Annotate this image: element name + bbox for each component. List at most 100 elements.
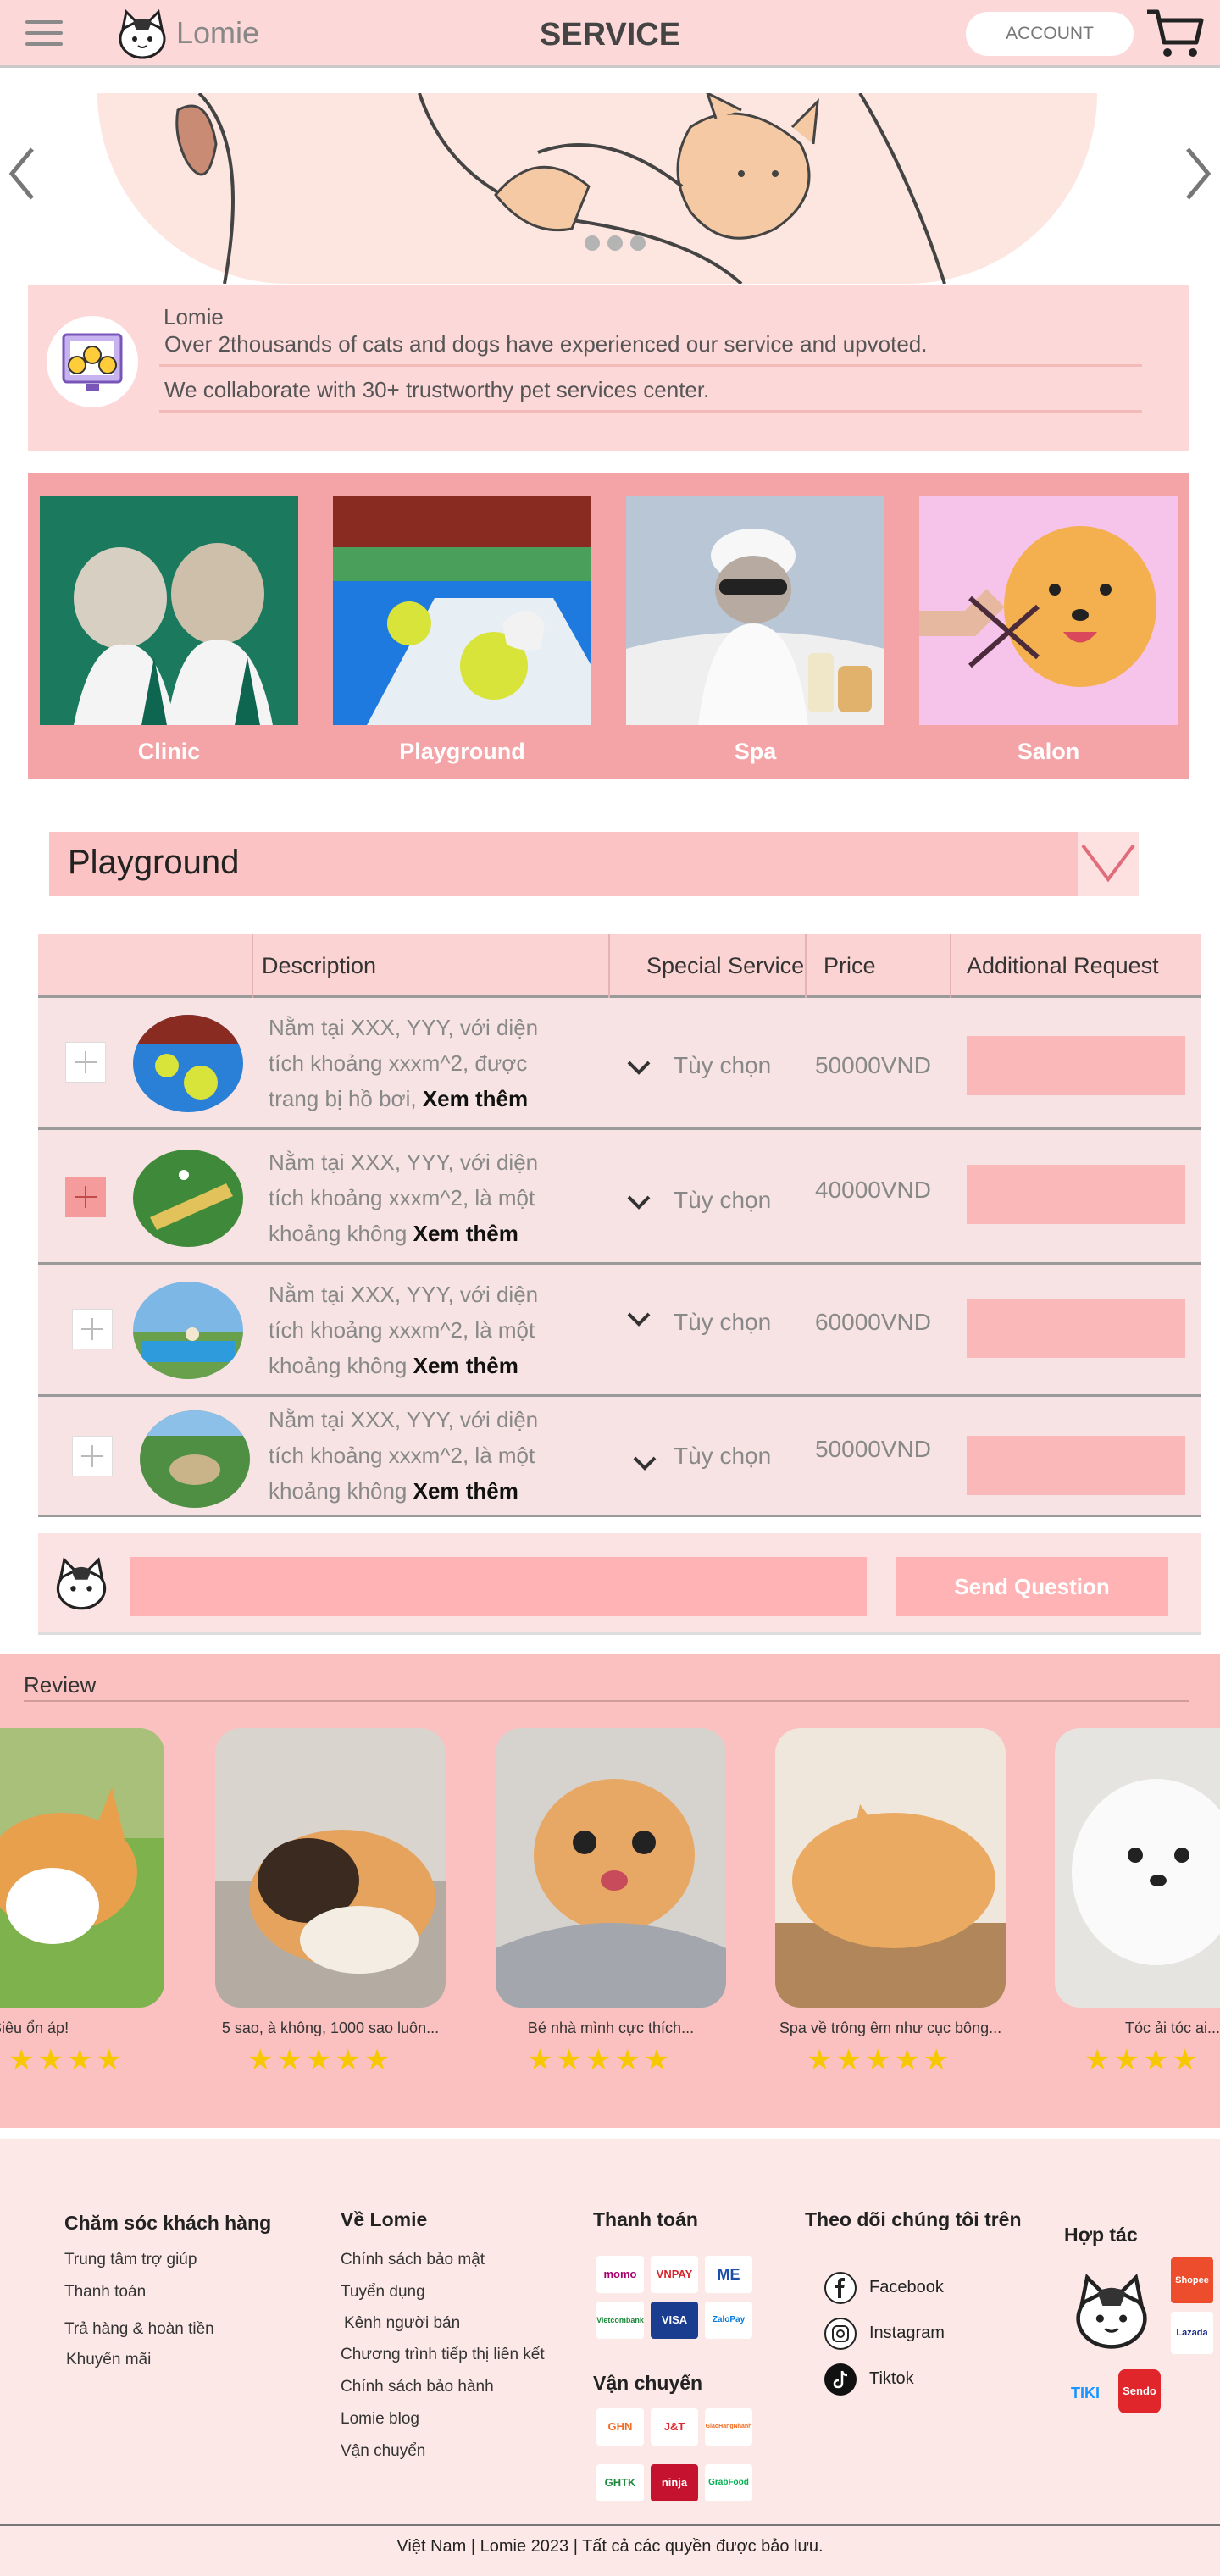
footer-link[interactable]: Lomie blog xyxy=(341,2410,419,2429)
instagram-icon[interactable] xyxy=(824,2317,857,2351)
service-card-salon[interactable] xyxy=(919,496,1178,725)
row-select-checkbox[interactable] xyxy=(65,1042,106,1083)
next-slide-icon[interactable] xyxy=(1181,144,1215,203)
column-header-additional-request: Additional Request xyxy=(967,953,1159,978)
service-card-spa[interactable] xyxy=(626,496,884,725)
additional-request-input[interactable] xyxy=(967,1436,1185,1495)
stats-line-customers: Over 2thousands of cats and dogs have ex… xyxy=(159,331,1142,367)
copyright: Việt Nam | Lomie 2023 | Tất cả các quyền… xyxy=(396,2537,824,2556)
service-label-playground[interactable]: Playground xyxy=(333,739,591,765)
review-photo[interactable] xyxy=(215,1728,446,2008)
chevron-down-icon[interactable] xyxy=(625,1310,652,1329)
slide-dot[interactable] xyxy=(585,235,600,251)
review-section: Review Siêu ổn áp! ★★★★ 5 sao, à không, … xyxy=(0,1654,1220,2128)
tiktok-icon[interactable] xyxy=(824,2363,857,2396)
special-service-option[interactable]: Tùy chọn xyxy=(674,1443,771,1470)
additional-request-input[interactable] xyxy=(967,1165,1185,1224)
brand-name[interactable]: Lomie xyxy=(176,15,259,51)
rating-stars-icon: ★★★★ xyxy=(1084,2044,1201,2076)
stats-brand: Lomie xyxy=(164,304,224,330)
table-header: Description Special Service Price Additi… xyxy=(38,934,1201,998)
divider xyxy=(0,2524,1220,2526)
row-select-checkbox[interactable] xyxy=(72,1436,113,1476)
site-footer: Chăm sóc khách hàng Trung tâm trợ giúp T… xyxy=(0,2139,1220,2576)
cart-icon[interactable] xyxy=(1145,7,1205,59)
service-card-playground[interactable] xyxy=(333,496,591,725)
footer-link[interactable]: Chính sách bảo hành xyxy=(341,2378,494,2396)
footer-link[interactable]: Tuyển dụng xyxy=(341,2283,425,2302)
table-row: Nằm tại XXX, YYY, với diện tích khoảng x… xyxy=(38,1397,1201,1517)
chevron-down-icon[interactable] xyxy=(625,1194,652,1212)
chevron-down-icon[interactable] xyxy=(631,1454,658,1473)
service-label-salon[interactable]: Salon xyxy=(919,739,1178,765)
footer-link[interactable]: Chương trình tiếp thị liên kết xyxy=(341,2346,545,2364)
dropdown-selected-value: Playground xyxy=(68,844,240,881)
row-price: 60000VND xyxy=(815,1309,931,1335)
table-row: Nằm tại XXX, YYY, với diện tích khoảng x… xyxy=(38,1265,1201,1397)
momo-logo-icon: momo xyxy=(596,2256,644,2293)
service-card-clinic[interactable] xyxy=(40,496,298,725)
instagram-link[interactable]: Instagram xyxy=(869,2324,945,2343)
cat-logo-icon[interactable] xyxy=(114,7,170,61)
zalopay-logo-icon: ZaloPay xyxy=(705,2302,752,2339)
hero-banner xyxy=(0,93,1220,284)
table-row: Nằm tại XXX, YYY, với diện tích khoảng x… xyxy=(38,998,1201,1130)
question-bar: Send Question xyxy=(38,1533,1201,1635)
review-photo[interactable] xyxy=(0,1728,164,2008)
sendo-logo-icon[interactable]: Sendo xyxy=(1118,2369,1161,2413)
footer-link[interactable]: Vận chuyển xyxy=(341,2442,425,2461)
facebook-icon[interactable] xyxy=(824,2271,857,2305)
additional-request-input[interactable] xyxy=(967,1299,1185,1358)
question-input[interactable] xyxy=(130,1557,867,1616)
special-service-option[interactable]: Tùy chọn xyxy=(674,1052,771,1079)
service-thumbnail xyxy=(133,1150,243,1247)
footer-link[interactable]: Thanh toán xyxy=(64,2283,146,2302)
review-photo[interactable] xyxy=(1055,1728,1220,2008)
rating-stars-icon: ★★★★★ xyxy=(527,2044,674,2076)
prev-slide-icon[interactable] xyxy=(5,144,39,203)
service-label-spa[interactable]: Spa xyxy=(626,739,884,765)
column-header-price: Price xyxy=(824,953,876,978)
additional-request-input[interactable] xyxy=(967,1036,1185,1095)
review-photo[interactable] xyxy=(775,1728,1006,2008)
special-service-option[interactable]: Tùy chọn xyxy=(674,1309,771,1336)
grabfood-logo-icon: GrabFood xyxy=(705,2464,752,2501)
tiktok-link[interactable]: Tiktok xyxy=(869,2369,914,2389)
service-dropdown[interactable]: Playground xyxy=(49,832,1139,896)
row-description: Nằm tại XXX, YYY, với diện tích khoảng x… xyxy=(269,1015,539,1111)
account-button[interactable]: ACCOUNT xyxy=(966,12,1134,56)
lazada-logo-icon[interactable]: Lazada xyxy=(1171,2312,1213,2354)
see-more-link[interactable]: Xem thêm xyxy=(423,1086,528,1111)
slide-dot[interactable] xyxy=(607,235,623,251)
footer-link[interactable]: Kênh người bán xyxy=(344,2314,460,2333)
table-row: Nằm tại XXX, YYY, với diện tích khoảng x… xyxy=(38,1133,1201,1265)
jt-express-logo-icon: J&T xyxy=(651,2408,698,2446)
visa-logo-icon: VISA xyxy=(651,2302,698,2339)
chevron-down-icon[interactable] xyxy=(625,1059,652,1077)
footer-link[interactable]: Trung tâm trợ giúp xyxy=(64,2251,197,2269)
special-service-option[interactable]: Tùy chọn xyxy=(674,1187,771,1214)
row-select-checkbox[interactable] xyxy=(72,1309,113,1349)
see-more-link[interactable]: Xem thêm xyxy=(413,1353,518,1378)
menu-icon[interactable] xyxy=(25,20,63,46)
review-photo[interactable] xyxy=(496,1728,726,2008)
tiki-logo-icon[interactable]: TIKI xyxy=(1064,2373,1106,2413)
row-select-checkbox[interactable] xyxy=(65,1177,106,1217)
send-question-button[interactable]: Send Question xyxy=(896,1557,1168,1616)
rating-stars-icon: ★★★★ xyxy=(8,2044,125,2076)
see-more-link[interactable]: Xem thêm xyxy=(413,1221,518,1246)
footer-heading-shipping: Vận chuyển xyxy=(593,2372,703,2394)
facebook-link[interactable]: Facebook xyxy=(869,2278,944,2297)
review-caption: 5 sao, à không, 1000 sao luôn... xyxy=(221,2019,440,2036)
chevron-down-icon[interactable] xyxy=(1078,832,1139,896)
footer-link[interactable]: Chính sách bảo mật xyxy=(341,2251,485,2269)
footer-heading-care: Chăm sóc khách hàng xyxy=(64,2212,272,2234)
shopee-logo-icon[interactable]: Shopee xyxy=(1171,2257,1213,2303)
see-more-link[interactable]: Xem thêm xyxy=(413,1478,518,1504)
footer-link[interactable]: Khuyến mãi xyxy=(66,2351,151,2369)
service-label-clinic[interactable]: Clinic xyxy=(40,739,298,765)
service-thumbnail xyxy=(133,1282,243,1379)
slide-dot[interactable] xyxy=(630,235,646,251)
footer-link[interactable]: Trả hàng & hoàn tiền xyxy=(64,2320,214,2339)
row-price: 50000VND xyxy=(815,1436,931,1462)
